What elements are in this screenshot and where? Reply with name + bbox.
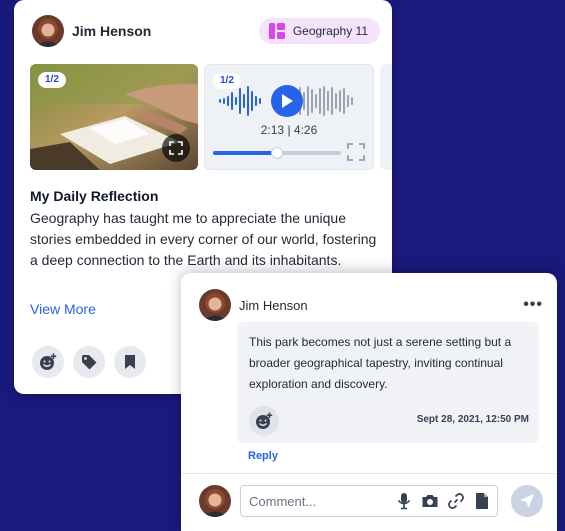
send-button[interactable] [511,485,543,517]
avatar-image [199,485,231,517]
audio-progress-track[interactable] [213,147,341,159]
bookmark-button[interactable] [114,346,146,378]
audio-current-time: 2:13 [260,123,285,137]
file-icon[interactable] [473,492,491,510]
grid-icon [268,23,285,39]
waveform-bar [339,90,341,112]
waveform-bar [319,88,321,114]
bookmark-icon [125,355,135,369]
comment-input[interactable] [249,493,387,509]
add-reaction-button[interactable] [32,346,64,378]
waveform-bar [303,92,305,110]
waveform-bar [347,95,349,107]
comment-panel: Jim Henson ••• This park becomes not jus… [181,273,557,531]
waveform-bar [247,86,249,116]
comment-text: This park becomes not just a serene sett… [249,335,512,391]
comment-avatar[interactable] [199,289,231,321]
waveform-bar [307,86,309,116]
waveform-bar [255,96,257,106]
add-emoji-icon [40,353,57,370]
audio-time: 2:13 | 4:26 [205,123,373,137]
link-icon[interactable] [447,492,465,510]
waveform-bar [327,91,329,111]
waveform-bar [251,91,253,111]
waveform-bar [219,99,221,103]
comment-bubble: This park becomes not just a serene sett… [237,322,539,443]
play-icon [282,94,293,108]
post-header: Jim Henson Geography 11 [32,14,380,48]
photo-counter: 1/2 [38,72,66,88]
reply-link[interactable]: Reply [248,450,278,462]
waveform-bar [259,98,261,104]
avatar[interactable] [32,15,64,47]
post-actions [32,346,146,378]
avatar-image [199,289,231,321]
waveform-bar [311,89,313,113]
send-icon [520,494,534,508]
post-title: My Daily Reflection [30,188,159,204]
comment-reaction-button[interactable] [249,406,279,436]
waveform-bar [227,96,229,106]
divider [181,473,557,474]
view-more-link[interactable]: View More [30,301,96,317]
waveform-bar [243,94,245,108]
comment-header: Jim Henson ••• [199,289,543,321]
waveform-bar [323,86,325,116]
composer-avatar [199,485,231,517]
microphone-icon[interactable] [395,492,413,510]
audio-player: 1/2 2:13 | 4:26 [204,64,374,170]
comment-timestamp: Sept 28, 2021, 12:50 PM [416,414,529,425]
photo-fullscreen-button[interactable] [162,134,190,162]
photo-media[interactable]: 1/2 [30,64,198,170]
waveform-bar [343,88,345,114]
camera-icon[interactable] [421,492,439,510]
waveform-bar [315,94,317,108]
audio-time-separator: | [287,123,291,137]
comment-input-box [240,485,498,517]
next-media-peek[interactable] [380,64,392,170]
audio-progress-knob[interactable] [271,147,283,159]
play-button[interactable] [271,85,303,117]
waveform-bar [331,87,333,115]
fullscreen-icon [169,141,183,155]
post-author-name[interactable]: Jim Henson [72,23,151,39]
comment-composer [199,484,543,518]
subject-badge-label: Geography 11 [292,24,368,38]
comment-author-name[interactable]: Jim Henson [239,298,308,313]
waveform-bar [351,97,353,105]
waveform-bar [231,92,233,110]
waveform-bar [335,93,337,109]
subject-badge[interactable]: Geography 11 [258,18,380,44]
avatar-image [32,15,64,47]
post-body: Geography has taught me to appreciate th… [30,210,377,268]
tag-icon [82,355,97,370]
waveform-bar [223,98,225,104]
audio-fullscreen-icon[interactable] [347,143,365,161]
media-carousel: 1/2 1/2 2:13 | 4:26 [30,64,392,170]
waveform-bar [239,88,241,114]
waveform-bar [235,97,237,105]
audio-total-time: 4:26 [293,123,318,137]
audio-progress-fill [213,151,277,155]
tag-button[interactable] [73,346,105,378]
add-emoji-icon [256,412,273,429]
more-icon[interactable]: ••• [523,296,543,314]
